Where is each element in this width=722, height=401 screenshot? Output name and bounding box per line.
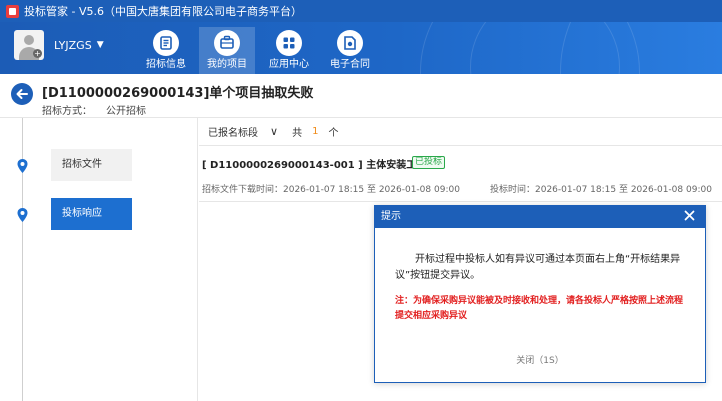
location-pin-icon [17, 159, 28, 173]
chevron-down-icon[interactable]: ∨ [270, 125, 278, 138]
total-unit: 个 [328, 128, 339, 139]
bid-method-label: 招标方式： [42, 106, 92, 117]
dialog-warning-note: 注：为确保采购异议能被及时接收和处理，请各投标人严格按照上述流程提交相应采购异议 [395, 296, 684, 321]
app-header: + LYJZGS ▼ 招标信息 我的项目 应用中心 电子合同 [0, 22, 722, 74]
briefcase-icon [214, 30, 240, 56]
grid-icon [276, 30, 302, 56]
bid-method: 招标方式： 公开招标 [42, 102, 146, 117]
nav-label: 电子合同 [330, 59, 370, 70]
project-item[interactable]: [ D1100000269000143-001 ] 主体安装工程 已投标 招标文… [199, 146, 722, 202]
step-sidebar: 招标文件 投标响应 [0, 118, 198, 401]
step-bid-response[interactable]: 投标响应 [51, 198, 132, 230]
back-button[interactable] [11, 83, 33, 105]
dialog-header: 提示 [375, 206, 705, 228]
notice-dialog: 提示 开标过程中投标人如有异议可通过本页面右上角“开标结果异议”按钮提交异议。 … [374, 205, 706, 383]
nav-label: 招标信息 [146, 59, 186, 70]
nav-my-projects[interactable]: 我的项目 [199, 27, 255, 74]
header-decoration [560, 22, 722, 74]
page-title: [D1100000269000143]单个项目抽取失败 [42, 86, 314, 101]
download-time: 招标文件下载时间：2026-01-07 18:15 至 2026-01-08 0… [202, 185, 460, 195]
nav-app-center[interactable]: 应用中心 [261, 27, 317, 74]
bid-method-value: 公开招标 [106, 106, 146, 117]
section-filter-bar: 已报名标段 ∨ 共 1 个 [199, 118, 722, 146]
dialog-close-button[interactable]: 关闭（1S） [375, 353, 705, 366]
contract-icon [337, 30, 363, 56]
status-badge: 已投标 [412, 156, 446, 169]
window-title-bar: 投标管家 - V5.6（中国大唐集团有限公司电子商务平台） [0, 0, 722, 22]
nav-bid-info[interactable]: 招标信息 [138, 27, 194, 74]
bid-time: 投标时间：2026-01-07 18:15 至 2026-01-08 09:00 [490, 185, 712, 195]
list-icon [153, 30, 179, 56]
nav-label: 应用中心 [269, 59, 309, 70]
nav-label: 我的项目 [207, 59, 247, 70]
location-pin-icon [17, 208, 28, 222]
username[interactable]: LYJZGS [54, 39, 92, 52]
arrow-left-icon [16, 89, 28, 99]
page-header: [D1100000269000143]单个项目抽取失败 招标方式： 公开招标 [0, 74, 722, 118]
user-menu[interactable]: + LYJZGS ▼ [14, 30, 104, 60]
project-title[interactable]: [ D1100000269000143-001 ] 主体安装工程 [202, 156, 426, 171]
avatar[interactable]: + [14, 30, 44, 60]
section-filter-select[interactable]: 已报名标段 [208, 124, 258, 139]
dialog-title: 提示 [381, 211, 401, 222]
total-label: 共 [292, 128, 303, 139]
total-count: 1 [312, 126, 319, 137]
nav-e-contract[interactable]: 电子合同 [322, 27, 378, 74]
chevron-down-icon[interactable]: ▼ [97, 40, 104, 50]
window-title: 投标管家 - V5.6（中国大唐集团有限公司电子商务平台） [24, 5, 302, 18]
app-logo-icon [6, 4, 19, 18]
dialog-message: 开标过程中投标人如有异议可通过本页面右上角“开标结果异议”按钮提交异议。 [395, 254, 681, 281]
step-bid-documents[interactable]: 招标文件 [51, 149, 132, 181]
close-icon[interactable] [684, 210, 695, 221]
